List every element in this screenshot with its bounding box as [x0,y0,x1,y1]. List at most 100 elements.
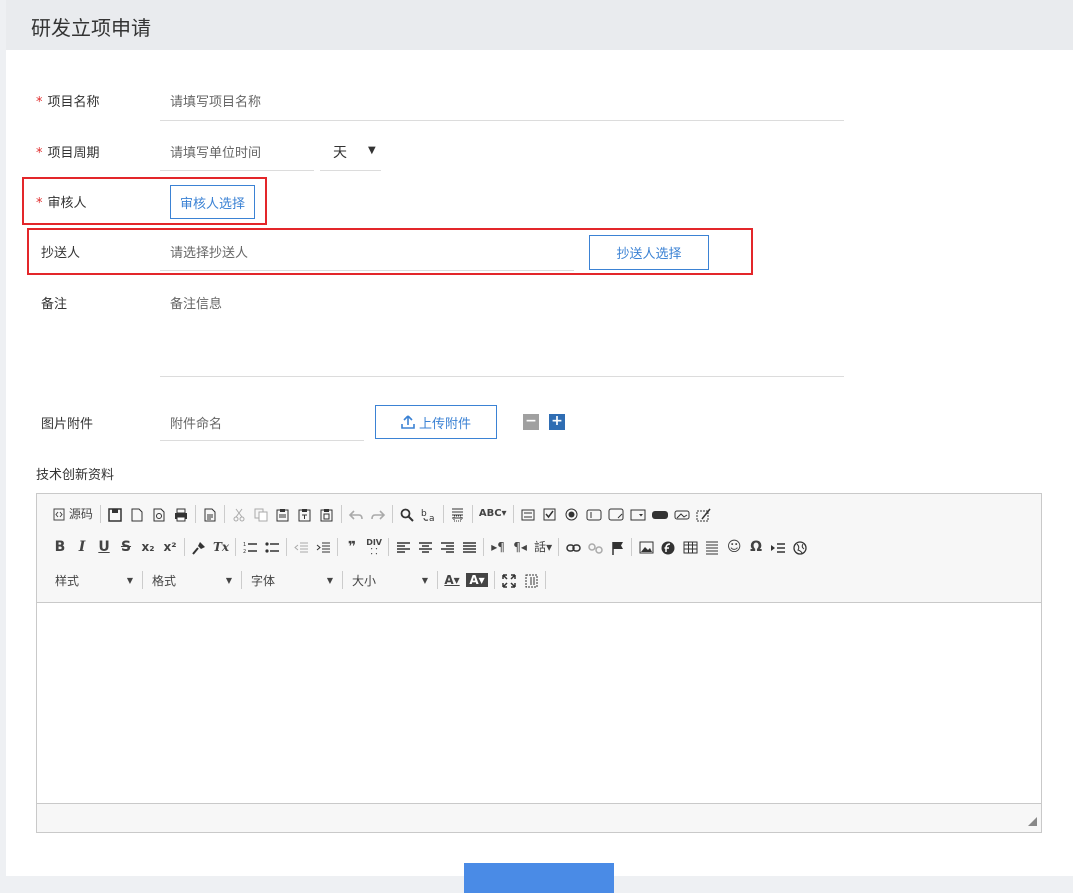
save-icon[interactable] [104,503,126,525]
templates-icon[interactable] [199,503,221,525]
language-icon[interactable]: 話▾ [531,536,555,558]
source-button[interactable]: 源码 [49,503,97,525]
submit-button[interactable] [464,863,614,893]
period-unit-value: 天 [333,145,347,161]
image-icon[interactable] [635,536,657,558]
special-char-icon[interactable]: Ω [745,536,767,558]
project-period-label-text: 项目周期 [47,146,100,161]
attachment-underline [160,440,364,441]
paste-word-icon[interactable] [316,503,338,525]
attachment-label: 图片附件 [41,417,94,432]
align-justify-icon[interactable] [458,536,480,558]
upload-attachment-label: 上传附件 [418,416,471,432]
rtl-icon[interactable]: ¶◂ [509,536,531,558]
indent-icon[interactable] [312,536,334,558]
radio-icon[interactable] [561,503,583,525]
form-icon[interactable] [517,503,539,525]
bg-color-icon[interactable]: A▾ [466,573,488,587]
anchor-flag-icon[interactable] [606,536,628,558]
editor-content-area[interactable] [37,602,1041,804]
undo-icon[interactable] [345,503,367,525]
maximize-icon[interactable] [498,569,520,591]
select-field-icon[interactable] [627,503,649,525]
size-combo[interactable]: 大小 ▼ [346,569,434,591]
text-color-icon[interactable]: A▾ [441,569,463,591]
print-icon[interactable] [170,503,192,525]
title-bar: 研发立项申请 [6,0,1073,50]
find-icon[interactable] [396,503,418,525]
textarea-icon[interactable] [605,503,627,525]
remark-textarea[interactable]: 备注信息 [170,293,222,312]
paste-text-icon[interactable] [294,503,316,525]
page-break-icon[interactable] [767,536,789,558]
spellcheck-icon[interactable]: ABC▾ [476,503,510,525]
preview-icon[interactable] [148,503,170,525]
format-combo[interactable]: 格式 ▼ [146,569,238,591]
toolbar-separator [340,505,342,523]
creatediv-icon[interactable]: DIV ⸬ [363,536,385,558]
align-right-icon[interactable] [436,536,458,558]
cut-icon[interactable] [228,503,250,525]
project-period-input[interactable]: 请填写单位时间 [170,142,261,161]
style-combo[interactable]: 样式 ▼ [49,569,139,591]
align-left-icon[interactable] [392,536,414,558]
source-icon [53,508,65,521]
upload-attachment-button[interactable]: 上传附件 [375,405,497,439]
project-name-input[interactable]: 请填写项目名称 [170,91,261,110]
style-combo-label: 样式 [55,573,80,588]
italic-icon[interactable]: I [71,536,93,558]
horizontal-rule-icon[interactable] [701,536,723,558]
toolbar-separator [223,505,225,523]
align-center-icon[interactable] [414,536,436,558]
bulleted-list-icon[interactable] [261,536,283,558]
attachment-name-input[interactable]: 附件命名 [170,413,222,432]
button-field-icon[interactable] [649,503,671,525]
link-icon[interactable] [562,536,584,558]
superscript-icon[interactable]: x² [159,536,181,558]
bold-icon[interactable]: B [49,536,71,558]
textfield-icon[interactable] [583,503,605,525]
flash-icon[interactable] [657,536,679,558]
toolbar-row-2: B I U S x₂ x² Tx 12 ❞ DIV ⸬ ▸¶ ¶◂ 話▾ ☺ Ω [49,536,811,558]
new-page-icon[interactable] [126,503,148,525]
paste-icon[interactable] [272,503,294,525]
underline-icon[interactable]: U [93,536,115,558]
project-period-underline [160,170,314,171]
cc-select-button[interactable]: 抄送人选择 [589,235,709,270]
period-unit-select[interactable]: 天 ▼ [320,140,380,170]
cc-label: 抄送人 [41,246,81,261]
clear-format-icon[interactable]: Tx [210,536,232,558]
font-combo[interactable]: 字体 ▼ [245,569,339,591]
reviewer-select-button[interactable]: 审核人选择 [170,185,255,219]
remark-label: 备注 [41,297,68,312]
copy-format-icon[interactable] [188,536,210,558]
cc-input[interactable]: 请选择抄送人 [170,242,248,261]
table-icon[interactable] [679,536,701,558]
show-blocks-icon[interactable] [520,569,542,591]
hidden-field-icon[interactable] [693,503,715,525]
chevron-down-icon: ▼ [368,145,376,156]
outdent-icon[interactable] [290,536,312,558]
reviewer-label: * 审核人 [36,192,87,211]
toolbar-separator [142,571,143,589]
resize-handle-icon[interactable] [1028,817,1037,826]
copy-icon[interactable] [250,503,272,525]
unlink-icon[interactable] [584,536,606,558]
strikethrough-icon[interactable]: S [115,536,137,558]
redo-icon[interactable] [367,503,389,525]
image-button-icon[interactable] [671,503,693,525]
blockquote-icon[interactable]: ❞ [341,536,363,558]
page-title: 研发立项申请 [31,16,151,40]
ltr-icon[interactable]: ▸¶ [487,536,509,558]
subscript-icon[interactable]: x₂ [137,536,159,558]
replace-icon[interactable]: ba [418,503,440,525]
select-all-icon[interactable] [447,503,469,525]
add-attachment-button[interactable]: + [549,414,565,430]
smiley-icon[interactable]: ☺ [723,536,745,558]
iframe-globe-icon[interactable] [789,536,811,558]
remove-attachment-button[interactable]: − [523,414,539,430]
checkbox-icon[interactable] [539,503,561,525]
toolbar-separator [483,538,485,556]
chevron-down-icon: ▼ [225,575,232,585]
numbered-list-icon[interactable]: 12 [239,536,261,558]
